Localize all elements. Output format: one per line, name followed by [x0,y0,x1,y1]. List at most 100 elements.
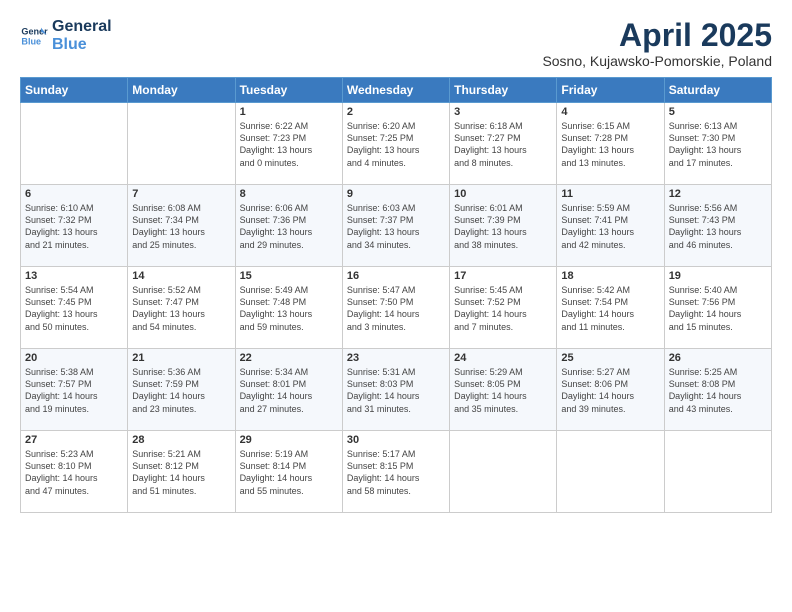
calendar-table: SundayMondayTuesdayWednesdayThursdayFrid… [20,77,772,513]
day-info: Sunrise: 5:38 AM Sunset: 7:57 PM Dayligh… [25,366,123,415]
day-info: Sunrise: 5:49 AM Sunset: 7:48 PM Dayligh… [240,284,338,333]
day-info: Sunrise: 5:17 AM Sunset: 8:15 PM Dayligh… [347,448,445,497]
calendar-cell: 21 Sunrise: 5:36 AM Sunset: 7:59 PM Dayli… [128,349,235,431]
day-number: 10 [454,188,552,200]
calendar-cell: 23 Sunrise: 5:31 AM Sunset: 8:03 PM Dayli… [342,349,449,431]
calendar-cell: 6 Sunrise: 6:10 AM Sunset: 7:32 PM Daylig… [21,185,128,267]
calendar-cell: 20 Sunrise: 5:38 AM Sunset: 7:57 PM Dayli… [21,349,128,431]
calendar-cell: 28Sunrise: 5:21 AM Sunset: 8:12 PM Dayli… [128,431,235,513]
day-number: 23 [347,352,445,364]
day-number: 20 [25,352,123,364]
day-number: 9 [347,188,445,200]
day-number: 1 [240,106,338,118]
main-title: April 2025 [542,18,772,53]
day-info: Sunrise: 5:19 AM Sunset: 8:14 PM Dayligh… [240,448,338,497]
subtitle: Sosno, Kujawsko-Pomorskie, Poland [542,53,772,69]
day-number: 26 [669,352,767,364]
calendar-cell: 27 Sunrise: 5:23 AM Sunset: 8:10 PM Dayli… [21,431,128,513]
day-number: 4 [561,106,659,118]
weekday-header-saturday: Saturday [664,78,771,103]
calendar-header-row: SundayMondayTuesdayWednesdayThursdayFrid… [21,78,772,103]
day-number: 5 [669,106,767,118]
day-number: 7 [132,188,230,200]
day-info: Sunrise: 5:40 AM Sunset: 7:56 PM Dayligh… [669,284,767,333]
day-info: Sunrise: 6:03 AM Sunset: 7:37 PM Dayligh… [347,202,445,251]
day-info: Sunrise: 6:06 AM Sunset: 7:36 PM Dayligh… [240,202,338,251]
day-number: 15 [240,270,338,282]
calendar-cell: 4 Sunrise: 6:15 AM Sunset: 7:28 PM Daylig… [557,103,664,185]
calendar-cell [664,431,771,513]
calendar-week-row: 1Sunrise: 6:22 AM Sunset: 7:23 PM Daylig… [21,103,772,185]
day-info: Sunrise: 5:47 AM Sunset: 7:50 PM Dayligh… [347,284,445,333]
logo-text: General Blue [52,18,112,53]
logo-icon: General Blue [20,22,48,50]
calendar-cell: 15 Sunrise: 5:49 AM Sunset: 7:48 PM Dayli… [235,267,342,349]
calendar-cell: 17 Sunrise: 5:45 AM Sunset: 7:52 PM Dayli… [450,267,557,349]
day-info: Sunrise: 5:59 AM Sunset: 7:41 PM Dayligh… [561,202,659,251]
day-info: Sunrise: 5:25 AM Sunset: 8:08 PM Dayligh… [669,366,767,415]
calendar-cell: 11Sunrise: 5:59 AM Sunset: 7:41 PM Dayli… [557,185,664,267]
day-number: 16 [347,270,445,282]
day-info: Sunrise: 5:29 AM Sunset: 8:05 PM Dayligh… [454,366,552,415]
day-number: 29 [240,434,338,446]
calendar-cell: 14Sunrise: 5:52 AM Sunset: 7:47 PM Dayli… [128,267,235,349]
calendar-body: 1Sunrise: 6:22 AM Sunset: 7:23 PM Daylig… [21,103,772,513]
day-info: Sunrise: 5:52 AM Sunset: 7:47 PM Dayligh… [132,284,230,333]
day-info: Sunrise: 5:42 AM Sunset: 7:54 PM Dayligh… [561,284,659,333]
calendar-week-row: 13 Sunrise: 5:54 AM Sunset: 7:45 PM Dayli… [21,267,772,349]
day-info: Sunrise: 5:23 AM Sunset: 8:10 PM Dayligh… [25,448,123,497]
logo: General Blue General Blue [20,18,112,53]
weekday-header-tuesday: Tuesday [235,78,342,103]
weekday-header-monday: Monday [128,78,235,103]
title-block: April 2025 Sosno, Kujawsko-Pomorskie, Po… [542,18,772,69]
calendar-cell: 10 Sunrise: 6:01 AM Sunset: 7:39 PM Dayli… [450,185,557,267]
calendar-cell: 29 Sunrise: 5:19 AM Sunset: 8:14 PM Dayli… [235,431,342,513]
calendar-cell: 22 Sunrise: 5:34 AM Sunset: 8:01 PM Dayli… [235,349,342,431]
day-info: Sunrise: 5:34 AM Sunset: 8:01 PM Dayligh… [240,366,338,415]
calendar-cell: 30 Sunrise: 5:17 AM Sunset: 8:15 PM Dayli… [342,431,449,513]
calendar-cell: 24Sunrise: 5:29 AM Sunset: 8:05 PM Dayli… [450,349,557,431]
day-info: Sunrise: 6:20 AM Sunset: 7:25 PM Dayligh… [347,120,445,169]
weekday-header-sunday: Sunday [21,78,128,103]
day-info: Sunrise: 5:36 AM Sunset: 7:59 PM Dayligh… [132,366,230,415]
day-info: Sunrise: 6:13 AM Sunset: 7:30 PM Dayligh… [669,120,767,169]
day-info: Sunrise: 5:31 AM Sunset: 8:03 PM Dayligh… [347,366,445,415]
calendar-cell [21,103,128,185]
calendar-cell [450,431,557,513]
calendar-cell: 13 Sunrise: 5:54 AM Sunset: 7:45 PM Dayli… [21,267,128,349]
day-number: 2 [347,106,445,118]
calendar-cell: 16 Sunrise: 5:47 AM Sunset: 7:50 PM Dayli… [342,267,449,349]
calendar-cell: 8Sunrise: 6:06 AM Sunset: 7:36 PM Daylig… [235,185,342,267]
day-info: Sunrise: 6:15 AM Sunset: 7:28 PM Dayligh… [561,120,659,169]
calendar-cell: 2 Sunrise: 6:20 AM Sunset: 7:25 PM Daylig… [342,103,449,185]
calendar-cell: 18 Sunrise: 5:42 AM Sunset: 7:54 PM Dayli… [557,267,664,349]
calendar-cell: 3Sunrise: 6:18 AM Sunset: 7:27 PM Daylig… [450,103,557,185]
weekday-header-thursday: Thursday [450,78,557,103]
day-number: 28 [132,434,230,446]
day-number: 17 [454,270,552,282]
day-number: 27 [25,434,123,446]
header: General Blue General Blue April 2025 Sos… [20,18,772,69]
day-info: Sunrise: 5:56 AM Sunset: 7:43 PM Dayligh… [669,202,767,251]
day-info: Sunrise: 5:45 AM Sunset: 7:52 PM Dayligh… [454,284,552,333]
calendar-week-row: 6 Sunrise: 6:10 AM Sunset: 7:32 PM Daylig… [21,185,772,267]
calendar-week-row: 20 Sunrise: 5:38 AM Sunset: 7:57 PM Dayli… [21,349,772,431]
day-info: Sunrise: 5:27 AM Sunset: 8:06 PM Dayligh… [561,366,659,415]
day-number: 13 [25,270,123,282]
calendar-cell [557,431,664,513]
day-info: Sunrise: 6:10 AM Sunset: 7:32 PM Dayligh… [25,202,123,251]
day-number: 19 [669,270,767,282]
day-info: Sunrise: 6:08 AM Sunset: 7:34 PM Dayligh… [132,202,230,251]
day-number: 21 [132,352,230,364]
calendar-cell [128,103,235,185]
day-info: Sunrise: 5:54 AM Sunset: 7:45 PM Dayligh… [25,284,123,333]
day-number: 6 [25,188,123,200]
page: General Blue General Blue April 2025 Sos… [0,0,792,612]
day-number: 30 [347,434,445,446]
calendar-cell: 25Sunrise: 5:27 AM Sunset: 8:06 PM Dayli… [557,349,664,431]
day-info: Sunrise: 6:01 AM Sunset: 7:39 PM Dayligh… [454,202,552,251]
day-number: 22 [240,352,338,364]
calendar-week-row: 27 Sunrise: 5:23 AM Sunset: 8:10 PM Dayli… [21,431,772,513]
calendar-cell: 9 Sunrise: 6:03 AM Sunset: 7:37 PM Daylig… [342,185,449,267]
day-number: 18 [561,270,659,282]
